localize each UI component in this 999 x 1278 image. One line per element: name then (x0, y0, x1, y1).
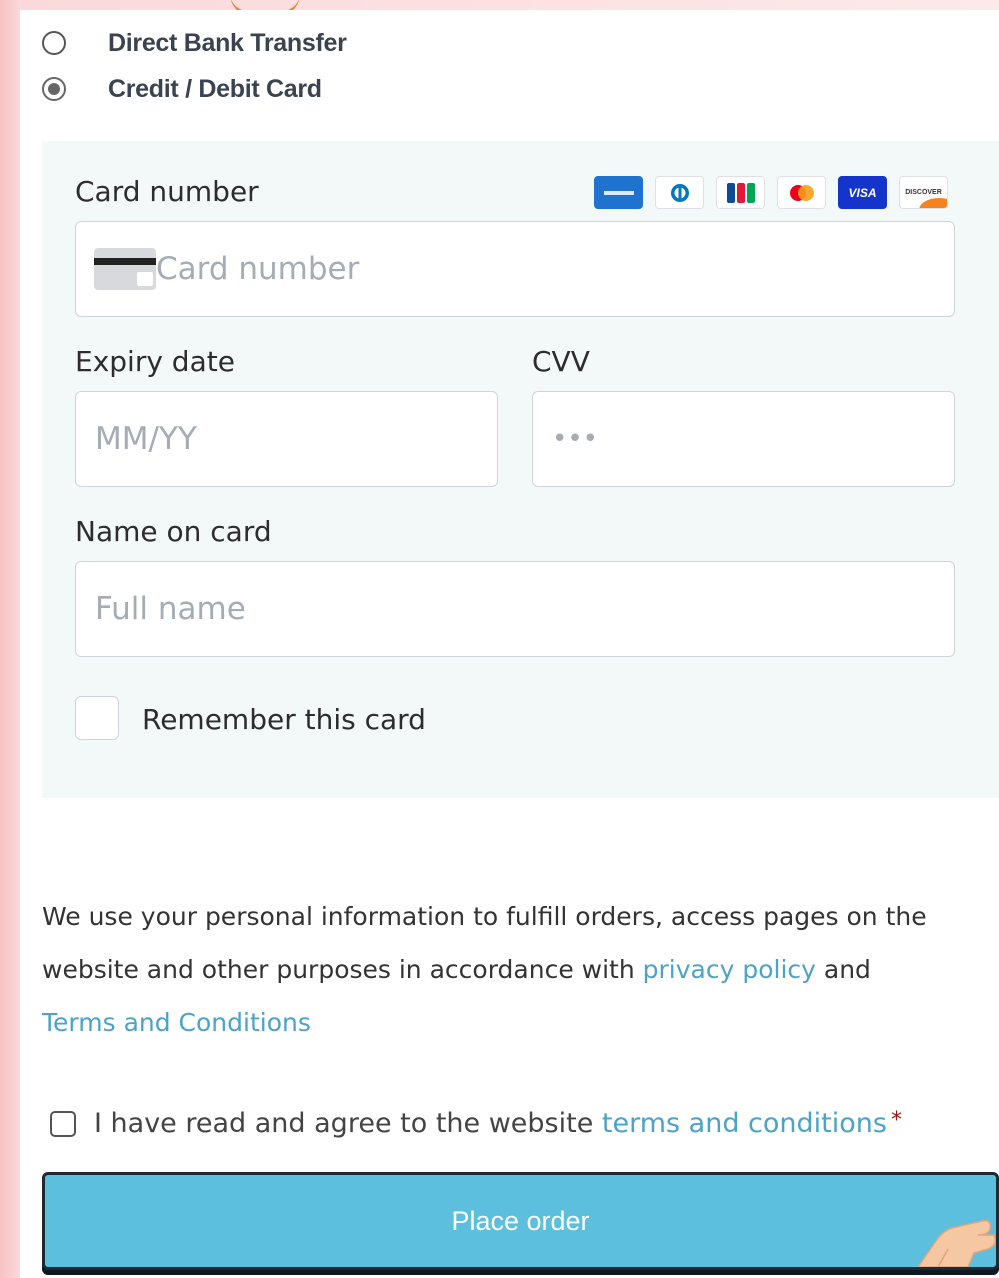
visa-icon: VISA (838, 176, 887, 209)
payment-method-label: Credit / Debit Card (108, 74, 322, 103)
name-on-card-input[interactable]: Full name (75, 561, 955, 657)
radio-bank-transfer[interactable] (42, 31, 66, 55)
payment-method-label: Direct Bank Transfer (108, 28, 347, 57)
expiry-input[interactable]: MM/YY (75, 391, 498, 487)
card-brands: VISA DISCOVER (594, 176, 948, 209)
privacy-notice: We use your personal information to fulf… (42, 890, 992, 1049)
place-order-label: Place order (451, 1205, 590, 1236)
expiry-placeholder: MM/YY (95, 421, 197, 457)
pointing-hand-icon (917, 1219, 996, 1267)
terms-checkbox[interactable] (50, 1110, 76, 1137)
privacy-text-middle: and (815, 955, 871, 984)
terms-and-conditions-link[interactable]: Terms and Conditions (42, 1008, 311, 1037)
discover-icon: DISCOVER (899, 176, 948, 209)
remember-card-checkbox[interactable] (75, 696, 119, 740)
terms-agreement: I have read and agree to the website ter… (50, 1108, 902, 1139)
card-form: Card number VISA DISCOVER Card number Ex… (42, 141, 999, 798)
terms-agreement-text: I have read and agree to the website ter… (94, 1108, 902, 1139)
cvv-label: CVV (532, 345, 590, 378)
place-order-button[interactable]: Place order (42, 1172, 999, 1270)
card-number-placeholder: Card number (156, 251, 360, 287)
mastercard-icon (777, 176, 826, 209)
payment-method-bank-transfer[interactable]: Direct Bank Transfer (42, 28, 347, 58)
terms-link[interactable]: terms and conditions (602, 1108, 887, 1139)
privacy-policy-link[interactable]: privacy policy (643, 955, 816, 984)
credit-card-icon (94, 248, 156, 290)
payment-method-card[interactable]: Credit / Debit Card (42, 74, 322, 104)
card-number-input[interactable]: Card number (75, 221, 955, 317)
expiry-label: Expiry date (75, 345, 235, 378)
checkout-panel: Direct Bank Transfer Credit / Debit Card… (20, 10, 999, 1278)
agreement-text: I have read and agree to the website (94, 1108, 602, 1139)
radio-dot (48, 83, 60, 95)
jcb-icon (716, 176, 765, 209)
card-number-label: Card number (75, 175, 259, 208)
cvv-placeholder: ••• (552, 424, 599, 454)
cvv-input[interactable]: ••• (532, 391, 955, 487)
discover-text: DISCOVER (905, 189, 942, 196)
radio-credit-card[interactable] (42, 77, 66, 101)
required-marker: * (890, 1108, 902, 1133)
remember-card-label: Remember this card (142, 703, 426, 736)
name-placeholder: Full name (95, 591, 246, 627)
diners-icon (655, 176, 704, 209)
name-on-card-label: Name on card (75, 515, 272, 548)
amex-icon (594, 176, 643, 209)
visa-text: VISA (848, 185, 877, 200)
